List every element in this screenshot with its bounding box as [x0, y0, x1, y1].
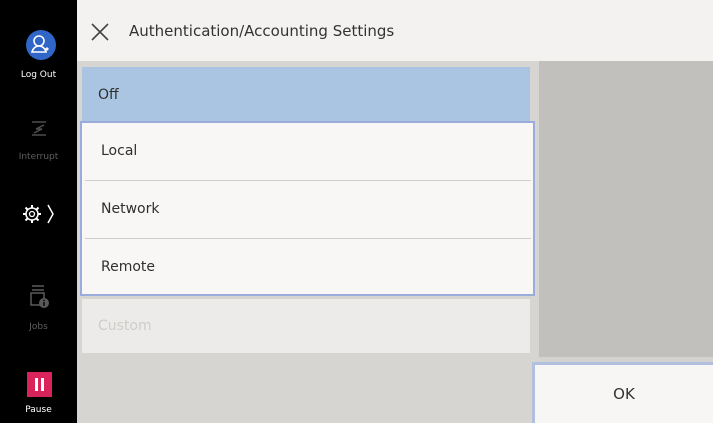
header: Authentication/Accounting Settings — [77, 0, 713, 62]
pause-label: Pause — [25, 405, 52, 415]
close-button[interactable] — [89, 21, 111, 43]
sidebar: Log Out Interrupt Jobs Pause — [0, 0, 77, 423]
option-remote[interactable]: Remote — [85, 239, 531, 296]
close-icon — [91, 23, 109, 41]
options-list: Off Local Network Remote Custom — [77, 61, 539, 423]
option-network[interactable]: Network — [85, 181, 531, 238]
user-icon — [30, 35, 49, 53]
option-group: Local Network Remote — [80, 121, 535, 296]
jobs-button[interactable] — [0, 282, 77, 312]
logout-button[interactable] — [26, 30, 56, 60]
page-title: Authentication/Accounting Settings — [129, 22, 395, 40]
option-off[interactable]: Off — [82, 67, 530, 124]
right-pane — [539, 61, 713, 357]
interrupt-label: Interrupt — [18, 152, 59, 162]
settings-button[interactable] — [0, 200, 77, 230]
jobs-icon — [29, 285, 49, 308]
option-custom: Custom — [82, 299, 530, 353]
pause-button[interactable] — [27, 372, 52, 397]
interrupt-button[interactable] — [0, 115, 77, 143]
jobs-label: Jobs — [29, 322, 48, 332]
pause-icon — [35, 378, 44, 391]
interrupt-icon — [31, 121, 46, 136]
ok-button[interactable]: OK — [532, 362, 713, 423]
gear-icon — [22, 204, 54, 224]
option-local[interactable]: Local — [85, 123, 531, 180]
chevron-right-icon — [46, 204, 54, 224]
main-panel: Authentication/Accounting Settings Off L… — [77, 0, 713, 423]
logout-label: Log Out — [20, 70, 57, 80]
